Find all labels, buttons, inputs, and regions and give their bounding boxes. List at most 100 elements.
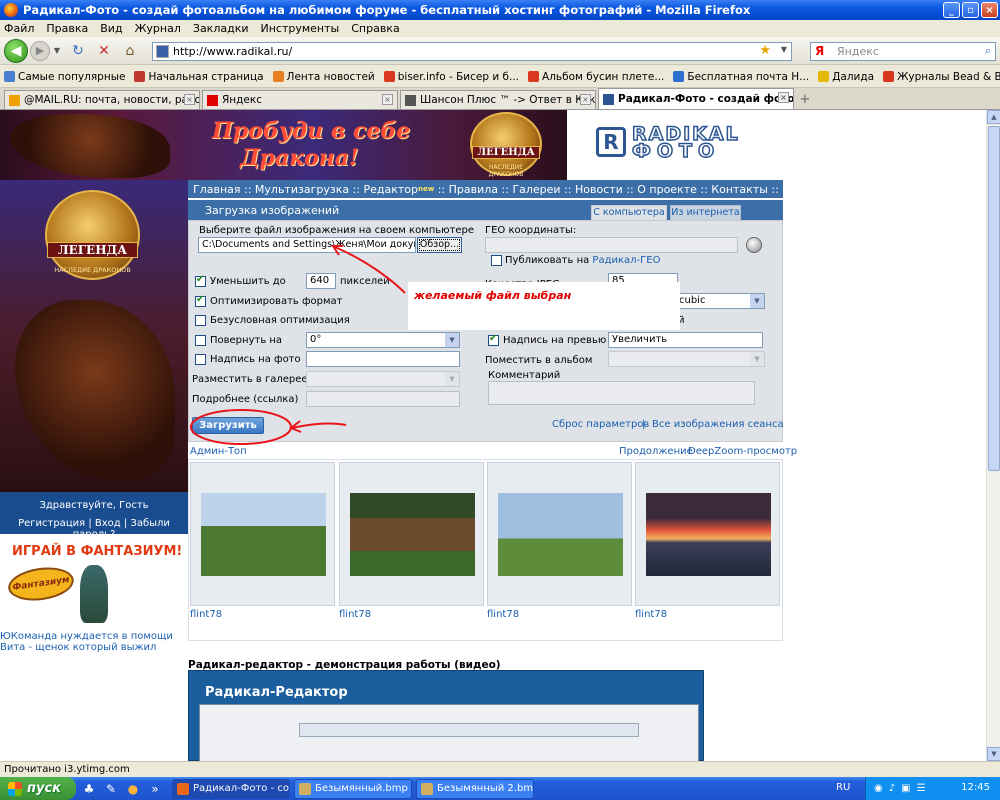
bookmark-item[interactable]: Лента новостей	[272, 71, 375, 83]
unconditional-optimize-checkbox[interactable]	[195, 315, 206, 326]
taskbar-task[interactable]: Безымянный.bmp - P...	[294, 778, 412, 799]
video-player[interactable]: Радикал-Редактор	[188, 670, 704, 761]
gallery-photo[interactable]	[646, 493, 771, 576]
stop-icon[interactable]: ✕	[94, 41, 114, 61]
bookmark-item[interactable]: Альбом бусин плете...	[528, 71, 664, 83]
login-link[interactable]: Вход	[95, 518, 121, 529]
search-input[interactable]: Я Яндекс ⌕	[810, 42, 996, 61]
session-images-link[interactable]: Все изображения сеанса	[652, 419, 784, 430]
search-icon[interactable]: ⌕	[985, 44, 991, 58]
taskbar-task[interactable]: Безымянный 2.bmp -...	[416, 778, 534, 799]
gallery-photo-card[interactable]	[635, 462, 780, 606]
nav-item[interactable]: Новости	[575, 183, 623, 196]
left-news-link-1[interactable]: ЮКоманда нуждается в помощи	[0, 631, 173, 642]
menu-history[interactable]: Журнал	[135, 22, 181, 35]
close-button[interactable]: ×	[981, 2, 998, 18]
forward-button[interactable]: ▶	[30, 40, 50, 61]
tab-from-internet[interactable]: Из интернета	[670, 205, 741, 220]
radikal-logo[interactable]: R RADIKAL ФОТО	[596, 122, 782, 163]
bookmark-item[interactable]: Журналы Bead & But...	[883, 71, 1000, 83]
tab-close-icon[interactable]: ×	[778, 92, 789, 103]
tray-icon-3[interactable]: ▣	[901, 783, 910, 794]
nav-item[interactable]: Реклама	[782, 183, 831, 196]
maximize-button[interactable]: ▫	[962, 2, 979, 18]
radikal-geo-link[interactable]: Радикал-ГЕО	[592, 255, 660, 266]
gallery-photo-card[interactable]	[339, 462, 484, 606]
tab-close-icon[interactable]: ×	[580, 94, 591, 105]
bookmark-star-icon[interactable]: ★	[759, 43, 771, 58]
yandex-icon[interactable]: Я	[815, 44, 824, 58]
back-button[interactable]: ◀	[4, 38, 28, 63]
bookmark-item[interactable]: Начальная страница	[134, 71, 264, 83]
vertical-scrollbar[interactable]: ▲ ▼	[986, 110, 1000, 761]
bookmark-item[interactable]: Самые популярные	[4, 71, 125, 83]
photo-author-link[interactable]: flint78	[487, 609, 519, 620]
minimize-button[interactable]: _	[943, 2, 960, 18]
reload-icon[interactable]: ↻	[68, 41, 88, 61]
scroll-down-icon[interactable]: ▼	[987, 747, 1000, 761]
gallery-photo[interactable]	[201, 493, 326, 576]
quick-launch-chevron-icon[interactable]: »	[146, 780, 164, 798]
gallery-photo[interactable]	[498, 493, 623, 576]
window-title-bar[interactable]: Радикал-Фото - создай фотоальбом на люби…	[0, 0, 1000, 20]
quick-launch-icon-2[interactable]: ✎	[102, 780, 120, 798]
photo-caption-checkbox[interactable]	[195, 354, 206, 365]
admin-top-link[interactable]: Админ-Топ	[190, 446, 247, 457]
publish-geo-checkbox[interactable]	[491, 255, 502, 266]
bookmark-item[interactable]: biser.info - Бисер и б...	[383, 71, 519, 83]
fantasium-logo[interactable]: Фантазиум	[6, 563, 76, 605]
quick-launch-firefox-icon[interactable]: ●	[124, 780, 142, 798]
album-select[interactable]: ▼	[608, 351, 765, 367]
tab-close-icon[interactable]: ×	[382, 94, 393, 105]
tab-from-computer[interactable]: С компьютера	[591, 205, 667, 220]
tray-icon-2[interactable]: ♪	[889, 783, 895, 794]
link-input[interactable]	[306, 391, 460, 407]
nav-item[interactable]: О проекте	[637, 183, 697, 196]
scroll-thumb[interactable]	[988, 126, 1000, 471]
language-indicator[interactable]: RU	[836, 782, 850, 793]
geo-globe-icon[interactable]	[746, 237, 762, 253]
quick-launch-icon-1[interactable]: ♣	[80, 780, 98, 798]
tab-close-icon[interactable]: ×	[184, 94, 195, 105]
continue-link[interactable]: Продолжение	[619, 446, 693, 457]
tray-icon-4[interactable]: ☰	[917, 783, 926, 794]
preview-caption-input[interactable]: Увеличить	[608, 332, 763, 348]
history-dropdown-icon[interactable]: ▼	[52, 41, 62, 61]
menu-file[interactable]: Файл	[4, 22, 34, 35]
menu-edit[interactable]: Правка	[46, 22, 88, 35]
gallery-photo-card[interactable]	[487, 462, 632, 606]
gallery-photo[interactable]	[350, 493, 475, 576]
geo-input[interactable]	[485, 237, 738, 253]
browser-tab[interactable]: Радикал-Фото - создай фотоал...×	[598, 88, 794, 109]
scroll-up-icon[interactable]: ▲	[987, 110, 1000, 124]
address-bar[interactable]: http://www.radikal.ru/ ★ ▼	[152, 42, 792, 61]
menu-bookmarks[interactable]: Закладки	[193, 22, 249, 35]
menu-help[interactable]: Справка	[351, 22, 399, 35]
browser-tab[interactable]: @MAIL.RU: почта, новости, работа, ...×	[4, 90, 200, 109]
start-button[interactable]: пуск	[0, 777, 76, 800]
photo-author-link[interactable]: flint78	[190, 609, 222, 620]
rotate-checkbox[interactable]	[195, 335, 206, 346]
fantasium-ad-title[interactable]: ИГРАЙ В ФАНТАЗИУМ!	[12, 544, 182, 559]
reduce-checkbox[interactable]	[195, 274, 206, 287]
file-path-input[interactable]: C:\Documents and Settings\Женя\Мои докум…	[198, 237, 416, 253]
url-dropdown-icon[interactable]: ▼	[781, 45, 787, 54]
menu-view[interactable]: Вид	[100, 22, 122, 35]
taskbar-task[interactable]: Радикал-Фото - соз...	[172, 778, 290, 799]
fantasium-character[interactable]	[80, 565, 108, 623]
left-news-link-2[interactable]: Вита - щенок который выжил	[0, 642, 156, 653]
nav-item[interactable]: Редактор	[364, 183, 419, 196]
reduce-size-input[interactable]: 640	[306, 273, 336, 289]
photo-caption-input[interactable]	[306, 351, 460, 367]
comment-textarea[interactable]	[488, 381, 755, 405]
bookmark-item[interactable]: Далида	[818, 71, 874, 83]
nav-item[interactable]: Главная	[193, 183, 241, 196]
nav-item[interactable]: Правила	[449, 183, 498, 196]
reset-params-link[interactable]: Сброс параметров	[552, 419, 649, 430]
new-tab-icon[interactable]: +	[796, 92, 814, 109]
home-icon[interactable]: ⌂	[120, 41, 140, 61]
photo-author-link[interactable]: flint78	[635, 609, 667, 620]
gallery-select[interactable]: ▼	[306, 371, 460, 387]
register-link[interactable]: Регистрация	[18, 518, 85, 529]
browse-button[interactable]: Обзор...	[417, 237, 462, 253]
